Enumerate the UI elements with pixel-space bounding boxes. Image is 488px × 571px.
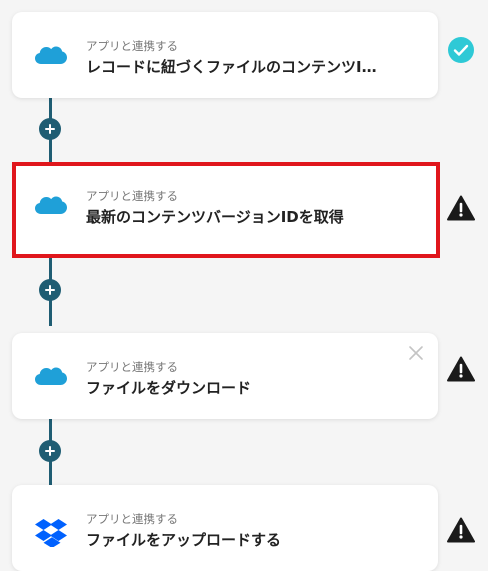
add-step-button[interactable] [39,118,61,140]
step-title: ファイルをダウンロード [86,379,252,397]
step-subtitle: アプリと連携する [86,360,178,374]
flow-step-card[interactable]: アプリと連携する レコードに紐づくファイルのコンテンツI… [12,12,438,98]
flow-step-card[interactable]: アプリと連携する ファイルをダウンロード [12,333,438,419]
step-subtitle: アプリと連携する [86,189,178,203]
salesforce-cloud-icon [35,46,67,64]
warning-icon [446,515,476,545]
step-title: ファイルをアップロードする [86,531,282,549]
plus-icon [45,285,55,295]
step-subtitle: アプリと連携する [86,512,178,526]
step-subtitle: アプリと連携する [86,39,178,53]
plus-icon [45,124,55,134]
flow-step-card-selected[interactable]: アプリと連携する 最新のコンテンツバージョンIDを取得 [12,162,440,258]
salesforce-cloud-icon [35,196,67,214]
plus-icon [45,446,55,456]
warning-icon [446,193,476,223]
add-step-button[interactable] [39,279,61,301]
add-step-button[interactable] [39,440,61,462]
step-title: レコードに紐づくファイルのコンテンツI… [86,58,377,76]
step-title: 最新のコンテンツバージョンIDを取得 [86,208,344,226]
close-icon[interactable] [408,345,424,361]
check-circle-icon [446,35,476,65]
warning-icon [446,354,476,384]
flow-step-card[interactable]: アプリと連携する ファイルをアップロードする [12,485,438,571]
salesforce-cloud-icon [35,367,67,385]
